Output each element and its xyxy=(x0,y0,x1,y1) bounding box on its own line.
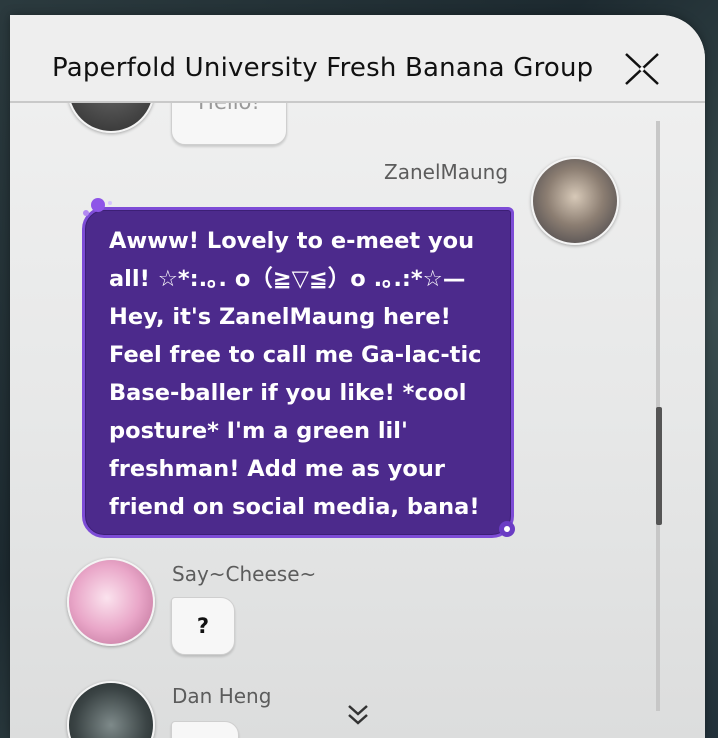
avatar[interactable] xyxy=(67,681,155,738)
avatar[interactable] xyxy=(67,558,155,646)
message-text: Hello! xyxy=(172,103,286,114)
close-button[interactable] xyxy=(622,49,662,89)
message-text: ? xyxy=(196,614,210,638)
avatar[interactable] xyxy=(67,103,155,133)
sender-name: Dan Heng xyxy=(172,684,272,708)
chat-window: Paperfold University Fresh Banana Group … xyxy=(10,15,705,738)
double-chevron-down-icon xyxy=(348,705,368,725)
message-feed[interactable]: Hello! ZanelMaung Awww! Lovely to e-meet… xyxy=(10,103,705,738)
message-bubble: ? xyxy=(171,597,235,655)
sparkle-decoration-icon xyxy=(83,198,112,216)
flower-decoration-icon xyxy=(499,521,515,537)
sender-name: ZanelMaung xyxy=(384,160,509,184)
message-bubble xyxy=(171,721,239,738)
chat-title: Paperfold University Fresh Banana Group xyxy=(52,53,594,83)
message-bubble: Hello! xyxy=(171,103,287,145)
chat-header: Paperfold University Fresh Banana Group xyxy=(10,15,705,103)
message-text: Awww! Lovely to e-meet you all! ☆*:.｡. o… xyxy=(109,228,490,520)
close-x-icon xyxy=(625,53,659,85)
scroll-down-button[interactable] xyxy=(347,703,369,727)
message-bubble-highlighted: Awww! Lovely to e-meet you all! ☆*:.｡. o… xyxy=(82,207,514,538)
sender-name: Say~Cheese~ xyxy=(172,562,317,586)
avatar[interactable] xyxy=(531,157,619,245)
scrollbar-thumb[interactable] xyxy=(656,407,662,525)
